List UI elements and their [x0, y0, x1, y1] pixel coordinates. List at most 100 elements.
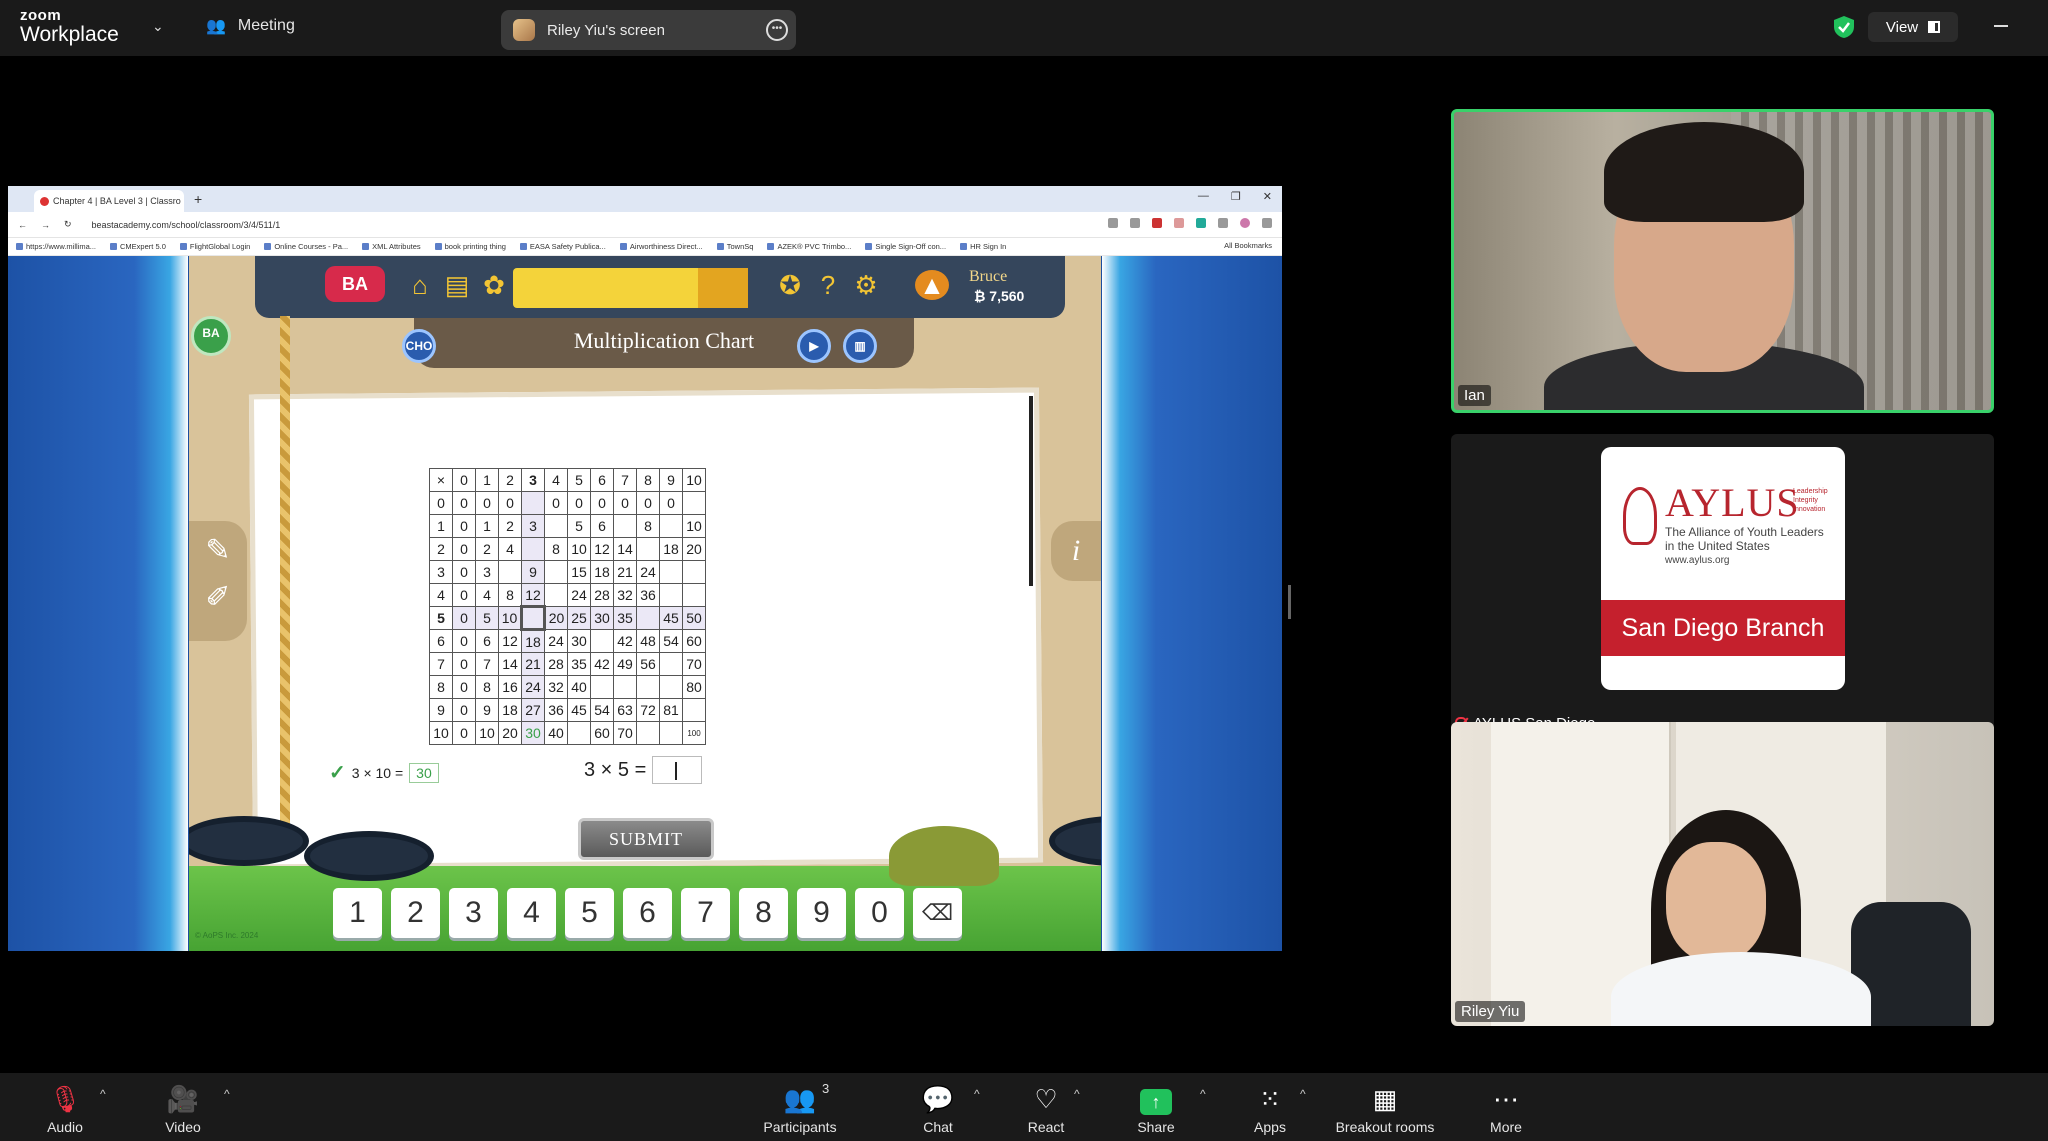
chart-cell[interactable]: 30	[567, 629, 591, 653]
security-shield-icon[interactable]	[1833, 15, 1855, 39]
chart-cell[interactable]	[659, 675, 683, 699]
chart-cell[interactable]: 12	[498, 629, 522, 653]
chart-cell[interactable]	[613, 514, 637, 538]
chart-cell[interactable]: 49	[613, 652, 637, 676]
chart-cell[interactable]: 0	[452, 514, 476, 538]
chart-cell[interactable]: 35	[567, 652, 591, 676]
chart-cell[interactable]	[659, 514, 683, 538]
chart-cell[interactable]: 10	[498, 606, 522, 630]
chart-cell[interactable]: 0	[659, 491, 683, 515]
chart-cell[interactable]: 81	[659, 698, 683, 722]
chart-cell[interactable]: 10	[567, 537, 591, 561]
chart-cell[interactable]: 4	[475, 583, 499, 607]
beast-academy-logo[interactable]: BA	[325, 266, 385, 302]
video-tile-riley[interactable]: Riley Yiu	[1451, 722, 1994, 1026]
chart-cell[interactable]: 36	[544, 698, 568, 722]
bookmark-item[interactable]: FlightGlobal Login	[180, 242, 250, 251]
chart-cell[interactable]: 54	[590, 698, 614, 722]
chart-cell[interactable]: 5	[475, 606, 499, 630]
chart-cell[interactable]: 18	[498, 698, 522, 722]
chart-cell[interactable]	[521, 491, 545, 515]
url-field[interactable]: beastacademy.com/school/classroom/3/4/51…	[92, 220, 281, 230]
chart-cell[interactable]: 18	[590, 560, 614, 584]
chart-cell[interactable]: 4	[498, 537, 522, 561]
chart-cell[interactable]	[659, 583, 683, 607]
minimize-icon[interactable]	[1994, 25, 2008, 27]
video-tile-aylus[interactable]: AYLUS Leadership Integrity Innovation Th…	[1451, 434, 1994, 738]
chart-cell[interactable]: 0	[452, 675, 476, 699]
chart-cell[interactable]: 0	[590, 491, 614, 515]
chart-cell[interactable]: 21	[613, 560, 637, 584]
forward-icon[interactable]: →	[41, 220, 50, 230]
key-2[interactable]: 2	[391, 888, 440, 938]
chart-cell[interactable]	[636, 537, 660, 561]
video-tile-ian[interactable]: Ian	[1451, 109, 1994, 413]
chart-cell[interactable]	[544, 514, 568, 538]
meeting-menu[interactable]: 👥 Meeting	[206, 16, 295, 36]
chart-cell[interactable]: 6	[475, 629, 499, 653]
chart-cell[interactable]: 9	[521, 560, 545, 584]
chart-cell[interactable]: 24	[636, 560, 660, 584]
chart-cell[interactable]: 27	[521, 698, 545, 722]
chart-cell[interactable]: 36	[636, 583, 660, 607]
chart-cell[interactable]	[682, 583, 706, 607]
key-7[interactable]: 7	[681, 888, 730, 938]
chart-cell[interactable]: 0	[475, 491, 499, 515]
chart-cell[interactable]	[659, 652, 683, 676]
chart-cell[interactable]: 2	[498, 514, 522, 538]
chart-cell[interactable]: 54	[659, 629, 683, 653]
chart-cell[interactable]: 12	[521, 583, 545, 607]
chart-cell[interactable]: 14	[498, 652, 522, 676]
chart-cell[interactable]: 20	[544, 606, 568, 630]
chat-options-chevron-icon[interactable]: ^	[974, 1087, 980, 1101]
video-options-chevron-icon[interactable]: ^	[224, 1087, 230, 1101]
bookmark-item[interactable]: XML Attributes	[362, 242, 421, 251]
chart-cell[interactable]	[521, 537, 545, 561]
user-name[interactable]: Bruce	[969, 268, 1007, 286]
chart-cell[interactable]: 35	[613, 606, 637, 630]
chart-cell[interactable]: 2	[475, 537, 499, 561]
chart-cell[interactable]	[682, 698, 706, 722]
chart-cell[interactable]: 0	[452, 491, 476, 515]
bookmark-item[interactable]: Online Courses - Pa...	[264, 242, 348, 251]
zoom-icon[interactable]	[1108, 218, 1118, 228]
key-8[interactable]: 8	[739, 888, 788, 938]
chart-cell[interactable]: 0	[636, 491, 660, 515]
info-icon[interactable]: i	[1051, 521, 1101, 581]
chart-cell[interactable]	[682, 560, 706, 584]
chart-cell[interactable]: 1	[475, 514, 499, 538]
video-lesson-icon[interactable]: ✿	[479, 270, 509, 300]
eraser-icon[interactable]: ✐	[189, 580, 247, 615]
chart-cell[interactable]	[590, 675, 614, 699]
chart-cell[interactable]: 0	[452, 629, 476, 653]
chart-cell[interactable]: 45	[659, 606, 683, 630]
user-avatar-icon[interactable]: ▲	[915, 270, 949, 300]
chart-cell[interactable]: 9	[475, 698, 499, 722]
chart-cell[interactable]: 25	[567, 606, 591, 630]
bookmark-item[interactable]: Single Sign-Off con...	[865, 242, 946, 251]
pencil-icon[interactable]: ✎	[189, 533, 247, 568]
key-1[interactable]: 1	[333, 888, 382, 938]
profile-icon[interactable]	[1240, 218, 1250, 228]
window-minimize-icon[interactable]: —	[1198, 190, 1209, 203]
browser-menu-icon[interactable]	[1262, 218, 1272, 228]
chart-cell[interactable]: 6	[590, 514, 614, 538]
react-button[interactable]: ♡ React	[1018, 1083, 1074, 1135]
chart-cell[interactable]: 20	[498, 721, 522, 745]
chart-cell[interactable]: 40	[544, 721, 568, 745]
chart-cell[interactable]: 30	[521, 721, 545, 745]
bookmark-item[interactable]: AZEK® PVC Trimbo...	[767, 242, 851, 251]
chart-cell[interactable]: 18	[659, 537, 683, 561]
participants-button[interactable]: 👥 Participants	[755, 1083, 845, 1135]
chart-cell[interactable]	[636, 675, 660, 699]
chart-cell[interactable]	[544, 583, 568, 607]
apps-options-chevron-icon[interactable]: ^	[1300, 1087, 1306, 1101]
chart-cell[interactable]	[636, 606, 660, 630]
chart-cell[interactable]: 0	[544, 491, 568, 515]
apps-button[interactable]: ⁙ Apps	[1242, 1083, 1298, 1135]
chart-cell[interactable]: 21	[521, 652, 545, 676]
chart-cell[interactable]: 14	[613, 537, 637, 561]
extensions-menu-icon[interactable]	[1218, 218, 1228, 228]
chart-cell[interactable]	[659, 721, 683, 745]
chart-cell[interactable]: 28	[544, 652, 568, 676]
